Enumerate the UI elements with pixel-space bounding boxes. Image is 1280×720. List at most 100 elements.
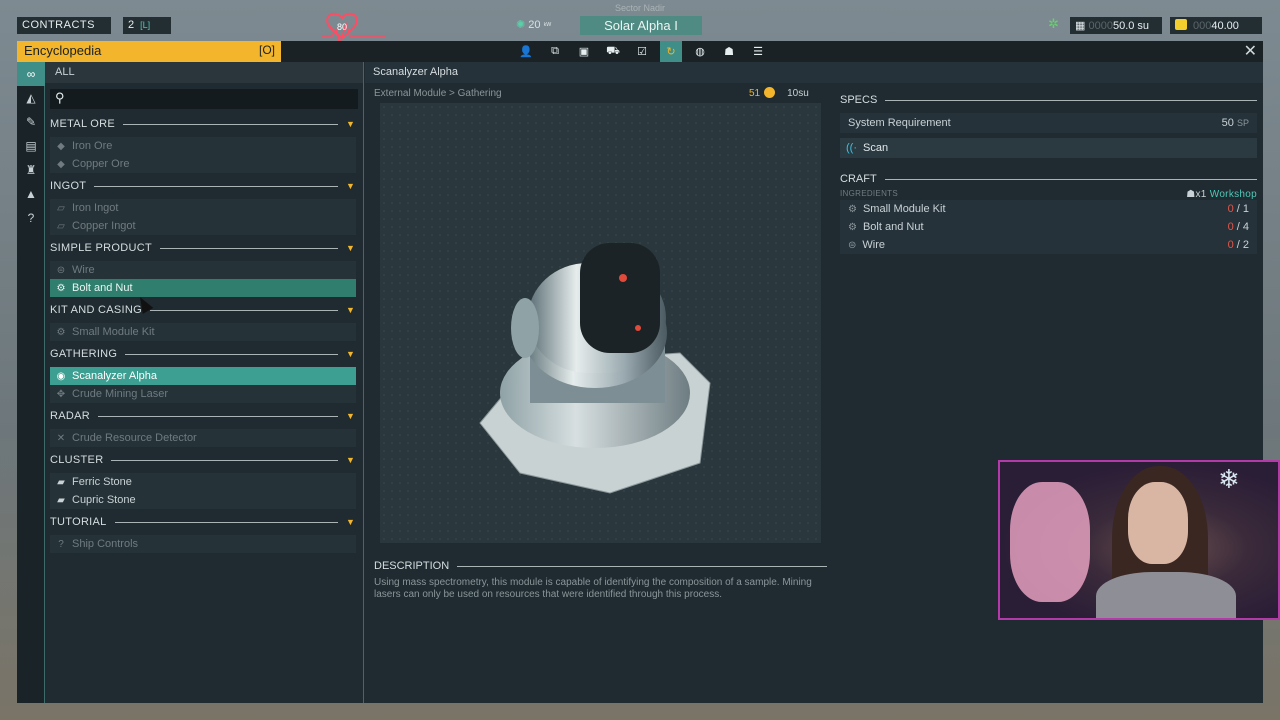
list-item[interactable]: ⊜ Wire [50, 261, 356, 279]
bug-icon[interactable]: ✲ [1048, 16, 1059, 32]
log-icon[interactable]: ☰ [747, 41, 769, 62]
item-icon: ▰ [57, 476, 65, 488]
stock-price: 51 10su [749, 87, 809, 99]
list-item[interactable]: ✥ Crude Mining Laser [50, 385, 356, 403]
system-requirement-row: System Requirement 50 SP [840, 113, 1257, 133]
workshop-count: x1 [1195, 189, 1207, 200]
category-name: SIMPLE PRODUCT [50, 242, 152, 254]
craft-title: CRAFT [840, 173, 877, 185]
network-icon[interactable]: ⧉ [544, 41, 566, 62]
workshop-requirement: ☗x1 Workshop [1186, 189, 1257, 200]
power-readout: ✺ 20 ᵏᵂ [516, 18, 551, 31]
list-item[interactable]: ◆ Iron Ore [50, 137, 356, 155]
category-name: KIT AND CASING [50, 304, 143, 316]
list-item[interactable]: ? Ship Controls [50, 535, 356, 553]
list-item[interactable]: ⚙ Bolt and Nut [50, 279, 356, 297]
category-name: CLUSTER [50, 454, 104, 466]
system-requirement-value: 50 SP [1222, 117, 1249, 129]
list-item[interactable]: ◆ Copper Ore [50, 155, 356, 173]
search-input[interactable]: ⚲ [50, 89, 358, 109]
category-header[interactable]: GATHERING ▼ [50, 345, 356, 363]
drill-icon[interactable]: ◭ [17, 86, 45, 110]
map-icon[interactable]: ▣ [573, 41, 595, 62]
contracts-key: [L] [140, 20, 151, 30]
printer-icon[interactable]: ▤ [17, 134, 45, 158]
list-item[interactable]: ⚙ Small Module Kit [50, 323, 356, 341]
tool-icon[interactable]: ✎ [17, 110, 45, 134]
top-hud: CONTRACTS 2 [L] 80 Sector Nadir ✺ 20 ᵏᵂ S… [0, 0, 1280, 47]
description-header: DESCRIPTION [374, 560, 827, 572]
ingredient-need: / 4 [1236, 221, 1249, 233]
fuel-value: 40.00 [1211, 20, 1239, 32]
close-icon[interactable]: ✕ [1244, 41, 1257, 61]
all-header: ALL [45, 62, 363, 83]
person-icon[interactable]: 👤 [515, 41, 537, 62]
infinity-icon[interactable]: ∞ [17, 62, 45, 86]
contracts-count-value: 2 [128, 19, 135, 31]
scan-ability-row[interactable]: ((· Scan [840, 138, 1257, 158]
list-item[interactable]: ▱ Copper Ingot [50, 217, 356, 235]
plush-toy [1010, 482, 1090, 602]
divider [111, 459, 338, 461]
window-titlebar: Encyclopedia [O] 👤 ⧉ ▣ ⛟ ☑ ↻ ◍ ☗ ☰ ✕ [17, 41, 1263, 62]
category-list: ALL ⚲ METAL ORE ▼ ◆ Iron Ore ◆ Copper Ore INGO… [45, 62, 364, 703]
globe-icon[interactable]: ◍ [689, 41, 711, 62]
item-label: Ferric Stone [72, 476, 132, 488]
item-icon: ◆ [57, 140, 65, 152]
ingredient-row[interactable]: ⊜ Wire 0 / 2 [840, 236, 1257, 254]
ingredient-row[interactable]: ⚙ Small Module Kit 0 / 1 [840, 200, 1257, 218]
ability-label: Scan [863, 142, 889, 154]
chevron-down-icon: ▼ [346, 517, 356, 527]
list-item[interactable]: ◉ Scanalyzer Alpha [50, 367, 356, 385]
list-item[interactable]: ✕ Crude Resource Detector [50, 429, 356, 447]
divider [160, 247, 338, 249]
item-label: Small Module Kit [72, 326, 155, 338]
list-item[interactable]: ▱ Iron Ingot [50, 199, 356, 217]
triangle-icon[interactable]: ▲ [17, 182, 45, 206]
category-header[interactable]: SIMPLE PRODUCT ▼ [50, 239, 356, 257]
list-item[interactable]: ▰ Cupric Stone [50, 491, 356, 509]
list-item[interactable]: ▰ Ferric Stone [50, 473, 356, 491]
item-label: Bolt and Nut [72, 282, 133, 294]
crew-icon[interactable]: ☗ [718, 41, 740, 62]
stock-count: 51 [749, 88, 761, 99]
ingredient-have: 0 [1227, 221, 1234, 233]
ingredient-name: Wire [862, 239, 885, 251]
divider [94, 185, 338, 187]
item-preview[interactable] [380, 103, 821, 543]
category-header[interactable]: METAL ORE ▼ [50, 115, 356, 133]
specs-header: SPECS [840, 93, 1257, 107]
specs-title: SPECS [840, 94, 878, 106]
checklist-icon[interactable]: ☑ [631, 41, 653, 62]
power-icon: ✺ [516, 19, 526, 31]
ingredient-count: 0 / 2 [1228, 239, 1249, 251]
category-name: TUTORIAL [50, 516, 107, 528]
category-header[interactable]: INGOT ▼ [50, 177, 356, 195]
item-icon: ⊜ [56, 264, 66, 276]
item-label: Scanalyzer Alpha [72, 370, 157, 382]
contracts-button[interactable]: CONTRACTS [17, 17, 111, 34]
item-icon: ✥ [56, 388, 66, 400]
window-title: Encyclopedia [24, 43, 102, 58]
chevron-down-icon: ▼ [346, 119, 356, 129]
item-icon: ▱ [57, 202, 65, 214]
help-icon[interactable]: ? [17, 206, 45, 230]
item-price: 10su [787, 88, 809, 99]
ship-name: Solar Alpha I [580, 16, 702, 35]
divider [98, 415, 338, 417]
ingredient-row[interactable]: ⚙ Bolt and Nut 0 / 4 [840, 218, 1257, 236]
category-header[interactable]: TUTORIAL ▼ [50, 513, 356, 531]
category-header[interactable]: RADAR ▼ [50, 407, 356, 425]
category-header[interactable]: CLUSTER ▼ [50, 451, 356, 469]
item-label: Crude Mining Laser [72, 388, 168, 400]
category-header[interactable]: KIT AND CASING ▼ [50, 301, 356, 319]
rocket-icon[interactable]: ⛟ [602, 41, 624, 62]
power-value: 20 [528, 19, 541, 31]
ingredient-name: Bolt and Nut [862, 221, 924, 233]
sector-name: Sector Nadir [614, 3, 666, 13]
encyclopedia-icon[interactable]: ↻ [660, 41, 682, 62]
wifi-icon: ((· [846, 142, 857, 154]
trophy-icon[interactable]: ♜ [17, 158, 45, 182]
chevron-down-icon: ▼ [346, 181, 356, 191]
category-icon-strip: ∞ ◭ ✎ ▤ ♜ ▲? [17, 62, 45, 703]
